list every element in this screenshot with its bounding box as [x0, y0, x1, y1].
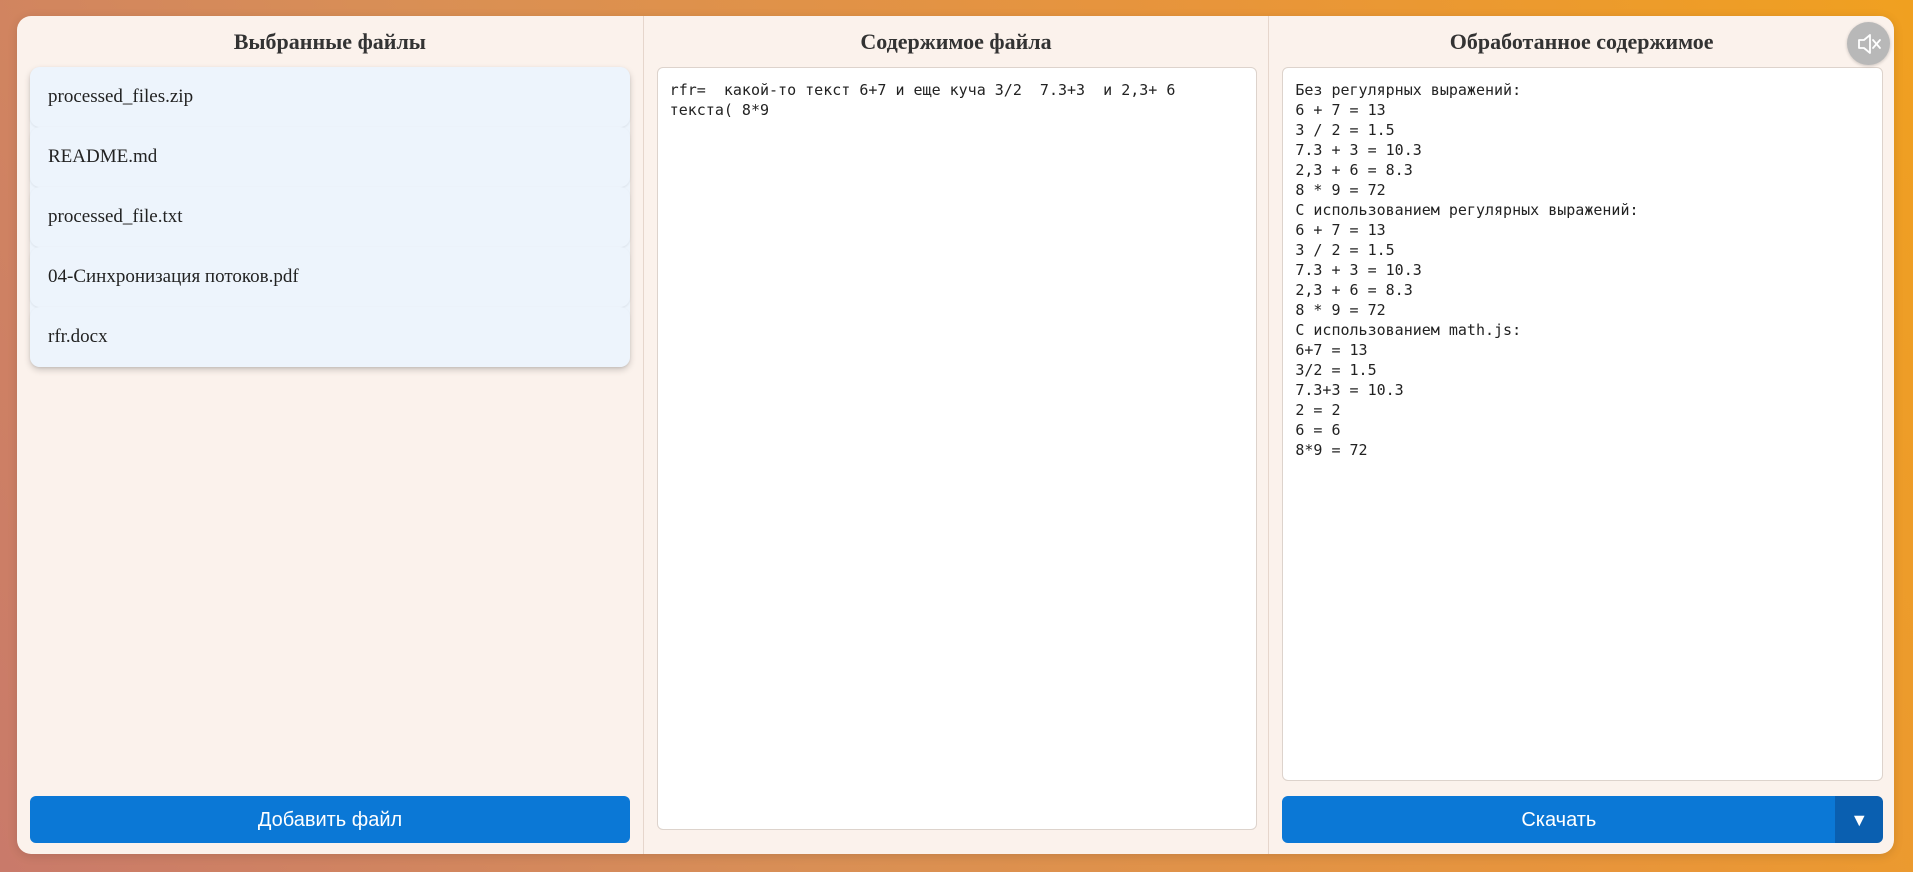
- download-options-dropdown-button[interactable]: ▼: [1835, 796, 1884, 843]
- download-button[interactable]: Скачать: [1282, 796, 1836, 843]
- file-list-item[interactable]: processed_files.zip: [30, 67, 630, 127]
- chevron-down-icon: ▼: [1850, 810, 1869, 830]
- download-button-group: Скачать ▼: [1282, 796, 1884, 843]
- speaker-muted-icon: [1857, 33, 1881, 54]
- file-list-item[interactable]: 04-Синхронизация потоков.pdf: [30, 247, 630, 307]
- mute-button[interactable]: [1847, 22, 1890, 65]
- processed-content-textarea[interactable]: Без регулярных выражений: 6 + 7 = 13 3 /…: [1282, 67, 1884, 781]
- selected-files-title: Выбранные файлы: [233, 29, 426, 54]
- add-file-button[interactable]: Добавить файл: [30, 796, 630, 843]
- selected-files-panel: Выбранные файлы processed_files.zip READ…: [17, 16, 643, 854]
- app-window: Выбранные файлы processed_files.zip READ…: [17, 16, 1894, 854]
- processed-content-title: Обработанное содержимое: [1449, 29, 1714, 54]
- file-list: processed_files.zip README.md processed_…: [30, 67, 630, 367]
- file-list-item[interactable]: processed_file.txt: [30, 187, 630, 247]
- file-list-item[interactable]: README.md: [30, 127, 630, 187]
- file-content-title: Содержимое файла: [860, 29, 1052, 54]
- file-list-item[interactable]: rfr.docx: [30, 307, 630, 367]
- file-content-textarea[interactable]: rfr= какой-то текст 6+7 и еще куча 3/2 7…: [656, 67, 1257, 830]
- file-content-panel: Содержимое файла rfr= какой-то текст 6+7…: [642, 16, 1269, 854]
- processed-content-panel: Обработанное содержимое Без регулярных в…: [1268, 16, 1894, 854]
